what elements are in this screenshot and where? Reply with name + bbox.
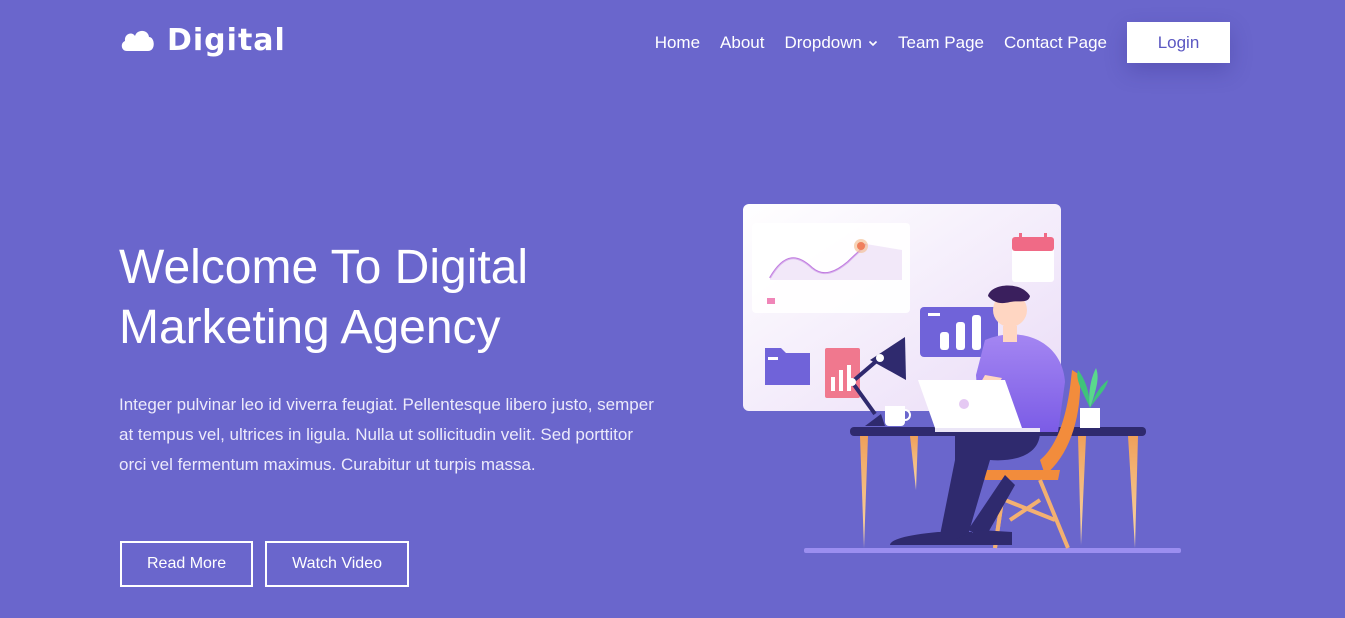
workspace-illustration bbox=[743, 204, 1181, 553]
hero-description: Integer pulvinar leo id viverra feugiat.… bbox=[119, 395, 654, 474]
nav-home-label: Home bbox=[654, 32, 701, 52]
nav-dropdown[interactable]: Dropdown bbox=[784, 33, 878, 53]
hero-title-line1: Welcome To Digital bbox=[119, 241, 529, 294]
read-more-button[interactable]: Read More bbox=[120, 541, 254, 587]
brand-name: Digital bbox=[167, 23, 286, 58]
hero-illustration bbox=[740, 200, 1185, 560]
login-button[interactable]: Login bbox=[1127, 22, 1230, 63]
nav-home[interactable]: Home bbox=[655, 33, 700, 53]
hero-buttons: Read More Watch Video bbox=[120, 541, 409, 587]
nav-about[interactable]: About bbox=[720, 33, 764, 53]
main-nav: Home About Dropdown Team Page Contact Pa… bbox=[655, 22, 1230, 63]
nav-dropdown-label: Dropdown bbox=[784, 32, 862, 52]
brand-logo[interactable]: Digital bbox=[119, 26, 286, 56]
nav-contact-page[interactable]: Contact Page bbox=[1004, 33, 1107, 53]
chevron-down-icon bbox=[868, 40, 878, 46]
landing-page: Digital Home About Dropdown Team Page Co… bbox=[0, 0, 1345, 618]
nav-team-page[interactable]: Team Page bbox=[898, 33, 984, 53]
hero-title: Welcome To Digital Marketing Agency bbox=[119, 238, 679, 358]
nav-about-label: About bbox=[720, 32, 765, 52]
nav-team-page-label: Team Page bbox=[897, 32, 984, 52]
watch-video-button[interactable]: Watch Video bbox=[265, 541, 409, 587]
hero-title-line2: Marketing Agency bbox=[119, 301, 501, 354]
nav-contact-page-label: Contact Page bbox=[1003, 32, 1107, 52]
cloud-icon bbox=[121, 30, 154, 51]
